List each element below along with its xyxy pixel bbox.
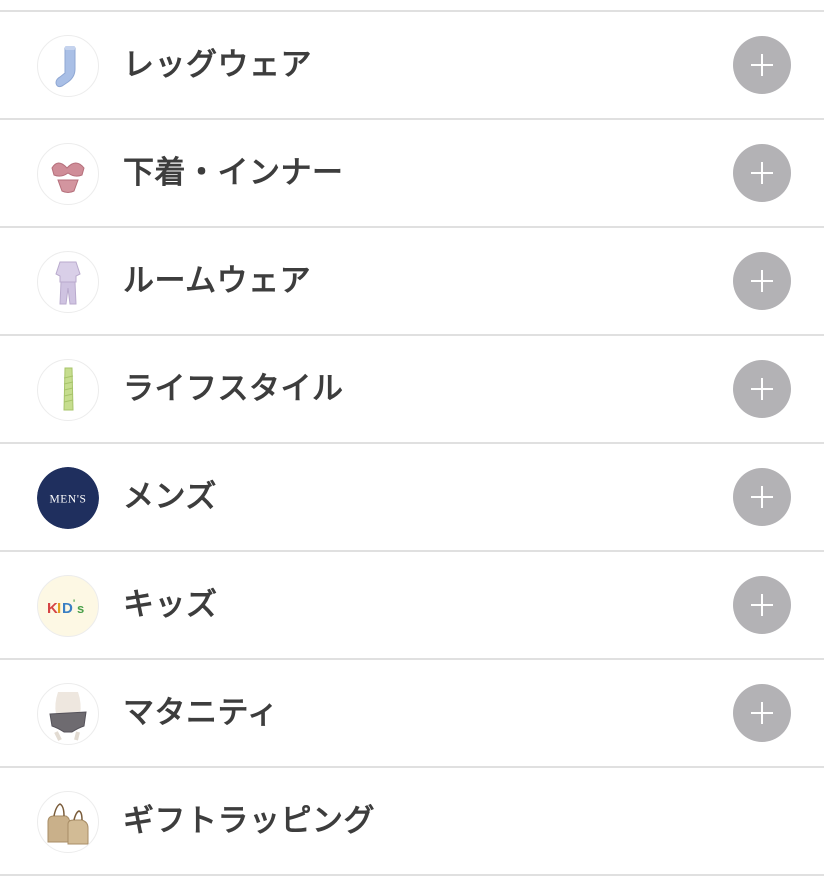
maternity-shorts-icon xyxy=(37,683,99,745)
svg-text:MEN'S: MEN'S xyxy=(49,494,86,506)
socks-icon xyxy=(37,35,99,97)
category-row-legwear[interactable]: レッグウェア xyxy=(0,12,824,120)
category-row-roomwear[interactable]: ルームウェア xyxy=(0,228,824,336)
category-row-underwear[interactable]: 下着・インナー xyxy=(0,120,824,228)
svg-text:s: s xyxy=(77,601,84,616)
svg-text:I: I xyxy=(57,600,61,617)
expand-plus-button[interactable] xyxy=(733,684,791,742)
plus-icon xyxy=(751,270,773,292)
leg-warmer-icon xyxy=(37,359,99,421)
svg-text:D: D xyxy=(62,600,73,617)
category-row-kids[interactable]: K I D ' s キッズ xyxy=(0,552,824,660)
gift-bag-icon xyxy=(37,791,99,853)
mens-logo-icon: MEN'S xyxy=(37,467,99,529)
bra-icon xyxy=(37,143,99,205)
expand-plus-button[interactable] xyxy=(733,252,791,310)
expand-plus-button[interactable] xyxy=(733,576,791,634)
pajamas-icon xyxy=(37,251,99,313)
category-row-mens[interactable]: MEN'S メンズ xyxy=(0,444,824,552)
expand-plus-button[interactable] xyxy=(733,360,791,418)
svg-text:': ' xyxy=(73,598,75,608)
plus-icon xyxy=(751,162,773,184)
category-label: ギフトラッピング xyxy=(123,803,375,839)
plus-icon xyxy=(751,594,773,616)
category-row-lifestyle[interactable]: ライフスタイル xyxy=(0,336,824,444)
plus-icon xyxy=(751,378,773,400)
expand-plus-button[interactable] xyxy=(733,144,791,202)
category-label: レッグウェア xyxy=(123,47,312,83)
plus-icon xyxy=(751,486,773,508)
plus-icon xyxy=(751,702,773,724)
category-label: キッズ xyxy=(123,587,218,623)
kids-logo-icon: K I D ' s xyxy=(37,575,99,637)
plus-icon xyxy=(751,54,773,76)
category-label: ルームウェア xyxy=(123,263,312,299)
expand-plus-button[interactable] xyxy=(733,36,791,94)
expand-plus-button[interactable] xyxy=(733,468,791,526)
category-label: マタニティ xyxy=(123,695,279,731)
category-label: ライフスタイル xyxy=(123,371,344,407)
category-row-maternity[interactable]: マタニティ xyxy=(0,660,824,768)
category-label: 下着・インナー xyxy=(123,155,344,191)
category-row-gift-wrapping[interactable]: ギフトラッピング xyxy=(0,768,824,876)
category-label: メンズ xyxy=(123,479,217,515)
